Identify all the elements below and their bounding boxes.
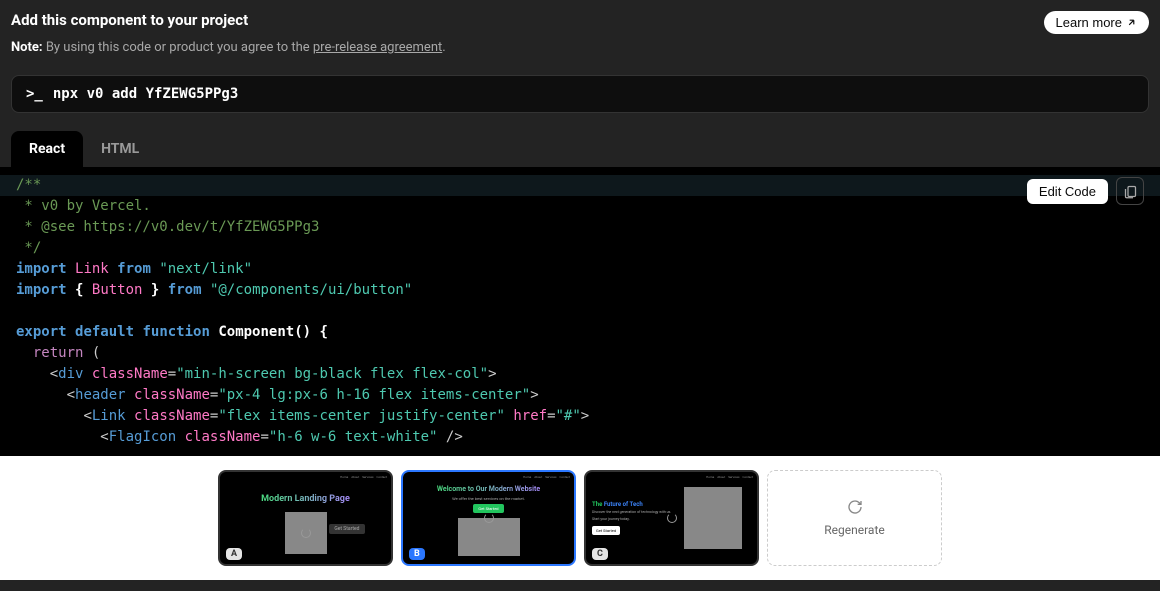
tabs: React HTML	[11, 131, 1149, 167]
thumb-c-nav: HomeAboutServicesContact	[706, 475, 753, 479]
clipboard-icon	[1123, 184, 1138, 199]
thumb-c-title: The Future of Tech	[592, 501, 674, 508]
code-area: Edit Code /** * v0 by Vercel. * @see htt…	[0, 167, 1160, 456]
thumbnail-c[interactable]: HomeAboutServicesContact The Future of T…	[584, 470, 759, 566]
thumb-b-title: Welcome to Our Modern Website	[437, 485, 540, 493]
thumb-label-b: B	[409, 548, 425, 560]
thumbnail-b[interactable]: HomeAboutServicesContact Welcome to Our …	[401, 470, 576, 566]
pre-release-agreement-link[interactable]: pre-release agreement	[313, 40, 442, 55]
terminal-prompt-icon: >_	[26, 86, 43, 102]
edit-code-button[interactable]: Edit Code	[1027, 179, 1108, 204]
code-content[interactable]: /** * v0 by Vercel. * @see https://v0.de…	[0, 167, 1160, 456]
thumb-label-c: C	[592, 548, 608, 560]
tab-react[interactable]: React	[11, 131, 83, 167]
bottom-panel: HomeAboutServicesContact Modern Landing …	[0, 456, 1160, 580]
regenerate-label: Regenerate	[824, 523, 885, 537]
thumb-c-p2: Start your journey today.	[592, 517, 674, 522]
command-box[interactable]: >_ npx v0 add YfZEWG5PPg3	[11, 75, 1149, 113]
code-toolbar: Edit Code	[1027, 177, 1144, 205]
tab-html[interactable]: HTML	[83, 131, 157, 167]
copy-button[interactable]	[1116, 177, 1144, 205]
thumb-b-nav: HomeAboutServicesContact	[523, 475, 570, 479]
learn-more-button[interactable]: Learn more	[1044, 11, 1149, 34]
thumb-b-cta: Get Started	[473, 504, 503, 513]
regenerate-button[interactable]: Regenerate	[767, 470, 942, 566]
thumb-c-cta: Get Started	[592, 526, 620, 535]
thumb-c-p1: Discover the next generation of technolo…	[592, 510, 674, 515]
note: Note: By using this code or product you …	[11, 40, 1149, 55]
thumbnail-a[interactable]: HomeAboutServicesContact Modern Landing …	[218, 470, 393, 566]
note-bold: Note:	[11, 40, 43, 55]
external-link-icon	[1126, 17, 1137, 28]
thumb-a-cta: Get Started	[329, 524, 364, 534]
thumb-b-image-placeholder	[458, 518, 520, 556]
thumb-a-nav: HomeAboutServicesContact	[340, 475, 387, 479]
thumb-c-image-placeholder	[684, 487, 742, 549]
thumb-label-a: A	[226, 548, 242, 560]
thumb-a-image-placeholder	[285, 512, 327, 554]
header: Add this component to your project Learn…	[11, 11, 1149, 34]
note-text: By using this code or product you agree …	[46, 40, 313, 55]
learn-more-label: Learn more	[1056, 15, 1122, 30]
note-tail: .	[442, 40, 445, 55]
regenerate-icon	[847, 499, 863, 515]
command-text: npx v0 add YfZEWG5PPg3	[53, 86, 238, 102]
header-title: Add this component to your project	[11, 11, 248, 29]
thumb-a-title: Modern Landing Page	[261, 494, 350, 504]
thumb-b-sub: We offer the best services on the market…	[452, 496, 525, 501]
